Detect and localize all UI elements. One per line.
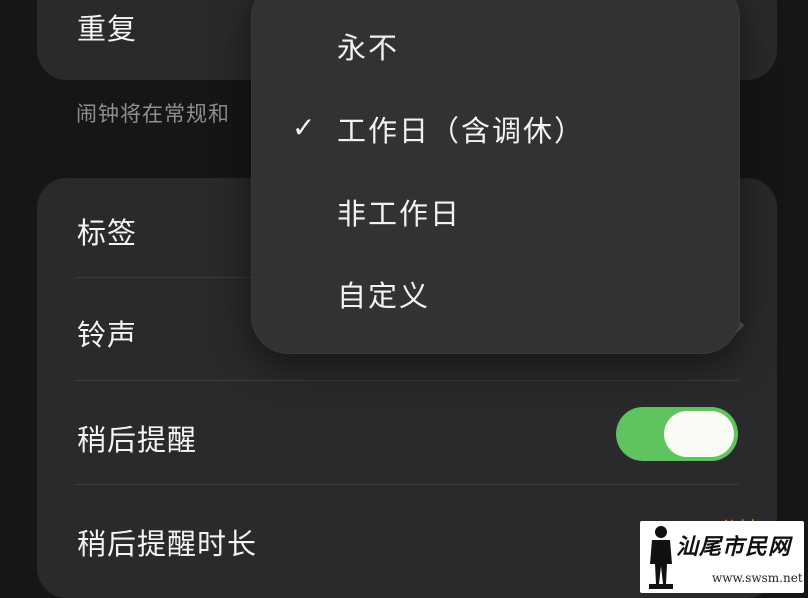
snooze-toggle[interactable] (616, 407, 738, 461)
tag-label: 标签 (77, 216, 138, 250)
snooze-duration-label: 稍后提醒时长 (77, 527, 258, 561)
watermark: 汕尾市民网 www.swsm.net (640, 521, 804, 593)
menu-item-non-workdays[interactable]: 非工作日 (337, 191, 461, 233)
repeat-dropdown-menu: 永不 ✓ 工作日（含调休） 非工作日 自定义 (251, 0, 740, 354)
ringtone-label: 铃声 (77, 318, 138, 352)
person-silhouette-icon (649, 526, 673, 589)
menu-item-workdays[interactable]: 工作日（含调休） (337, 108, 585, 150)
repeat-label: 重复 (77, 12, 138, 46)
watermark-url: www.swsm.net (712, 571, 803, 585)
snooze-label: 稍后提醒 (77, 423, 198, 457)
menu-item-custom[interactable]: 自定义 (337, 273, 430, 315)
menu-item-never[interactable]: 永不 (337, 25, 399, 67)
repeat-footnote: 闹钟将在常规和 (76, 102, 230, 126)
watermark-title: 汕尾市民网 (676, 534, 792, 560)
checkmark-icon: ✓ (292, 111, 316, 144)
toggle-knob (664, 411, 734, 457)
